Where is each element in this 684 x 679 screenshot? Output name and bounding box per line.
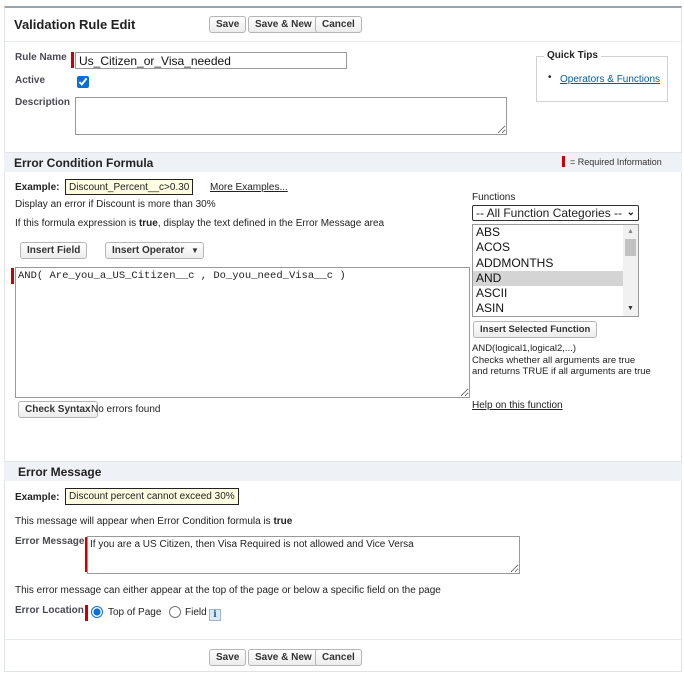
function-list[interactable]: ABS ACOS ADDMONTHS AND ASCII ASIN ▲ ▼ [472,224,639,317]
function-option[interactable]: ACOS [473,240,623,255]
save-new-button-bottom[interactable]: Save & New [248,649,319,666]
error-example-label: Example: [15,492,60,503]
function-option[interactable]: ASIN [473,301,623,316]
active-label: Active [15,75,46,86]
error-location-required-marker [85,605,88,621]
error-location-hint: This error message can either appear at … [15,585,441,596]
example-label: Example: [15,182,60,193]
select-chevron-icon: ⌄ [626,207,635,218]
cancel-button-top[interactable]: Cancel [315,16,362,33]
more-examples-link[interactable]: More Examples... [210,182,288,193]
scroll-down-arrow-icon[interactable]: ▼ [623,302,638,316]
chevron-down-icon: ▼ [191,246,199,255]
formula-section-title: Error Condition Formula [14,156,154,170]
check-syntax-button[interactable]: Check Syntax [18,401,98,418]
function-list-scrollbar[interactable]: ▲ ▼ [623,225,638,316]
save-button-bottom[interactable]: Save [209,649,247,666]
description-textarea[interactable] [75,97,507,135]
active-checkbox[interactable] [77,76,89,88]
save-new-button-top[interactable]: Save & New [248,16,319,33]
error-section-title: Error Message [18,465,102,479]
function-option[interactable]: ADDMONTHS [473,256,623,271]
function-list-items: ABS ACOS ADDMONTHS AND ASCII ASIN [473,225,623,316]
save-button-top[interactable]: Save [209,16,247,33]
insert-field-button[interactable]: Insert Field [20,242,88,259]
error-message-textarea[interactable]: If you are a US Citizen, then Visa Requi… [87,536,520,574]
page-title: Validation Rule Edit [14,17,136,32]
function-option[interactable]: ASCII [473,286,623,301]
rule-name-input[interactable] [75,52,347,69]
cancel-button-bottom[interactable]: Cancel [315,649,362,666]
insert-operator-button[interactable]: Insert Operator ▼ [105,242,204,259]
function-option[interactable]: AND [473,270,623,287]
scroll-up-arrow-icon[interactable]: ▲ [623,225,638,239]
formula-hint-1: Display an error if Discount is more tha… [15,199,216,210]
function-option[interactable]: ABS [473,225,623,240]
example-formula-box: Discount_Percent__c>0.30 [65,179,194,195]
error-section-header [4,461,682,481]
field-label: Field [185,607,207,618]
functions-label: Functions [472,192,516,203]
top-of-page-radio[interactable] [91,606,103,618]
description-label: Description [15,97,71,108]
required-legend-text: = Required Information [570,157,662,167]
info-icon[interactable]: i [209,609,221,621]
error-example-box: Discount percent cannot exceed 30% [65,488,239,505]
error-location-label: Error Location [15,605,84,616]
formula-hint-2: If this formula expression is true, disp… [15,218,385,229]
error-appear-hint: This message will appear when Error Cond… [15,516,293,527]
error-message-label: Error Message [15,536,85,547]
function-description: Checks whether all arguments are true an… [472,355,651,377]
field-radio[interactable] [169,606,181,618]
formula-required-marker [11,268,14,284]
top-of-page-label: Top of Page [108,607,162,618]
syntax-status: No errors found [91,404,161,415]
header-divider [5,41,681,42]
required-legend-marker [562,156,565,167]
help-on-function-link[interactable]: Help on this function [472,400,563,411]
scroll-thumb[interactable] [625,239,636,256]
rule-name-label: Rule Name [15,52,67,63]
quick-tips-bullet: • [548,72,552,83]
formula-editor[interactable]: AND( Are_you_a_US_Citizen__c , Do_you_ne… [15,267,470,398]
insert-selected-function-button[interactable]: Insert Selected Function [473,321,598,338]
quick-tips-title: Quick Tips [544,50,601,61]
required-marker [71,52,74,68]
function-category-select[interactable]: -- All Function Categories -- ⌄ [472,205,639,221]
operators-functions-link[interactable]: Operators & Functions [560,74,660,85]
footer-divider [5,639,681,640]
function-signature: AND(logical1,logical2,...) [472,343,577,354]
